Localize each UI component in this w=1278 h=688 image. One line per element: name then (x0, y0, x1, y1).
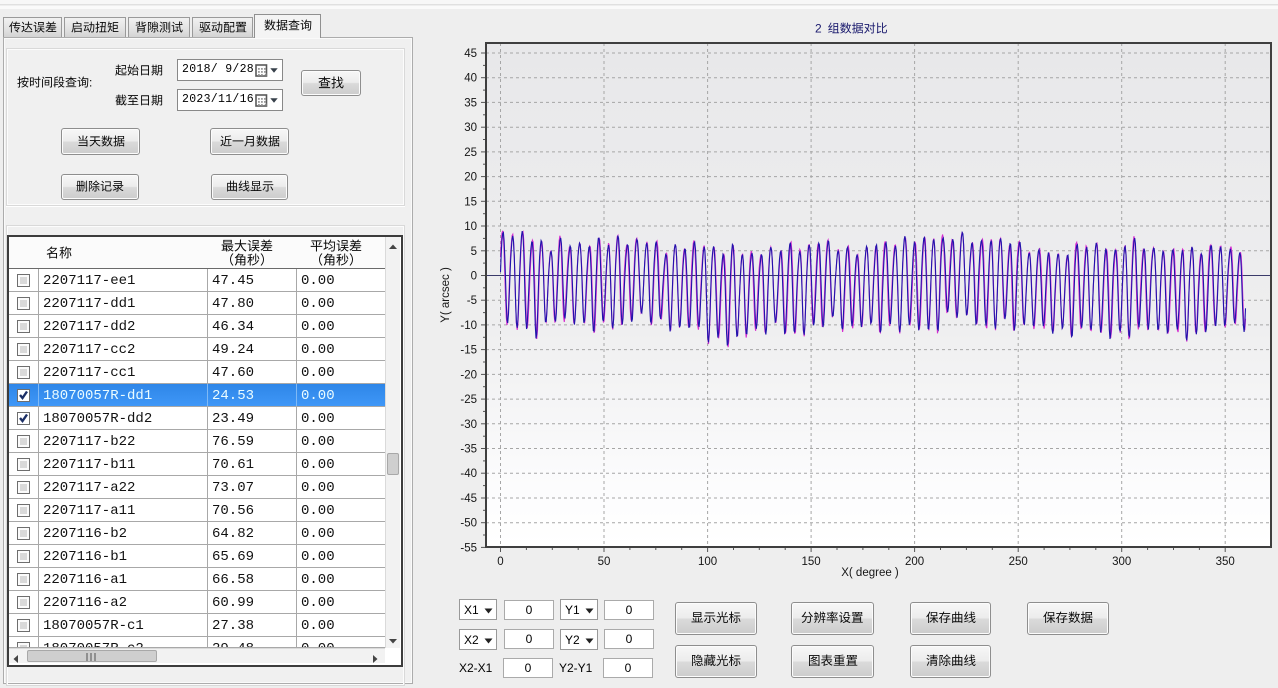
svg-text:45: 45 (464, 48, 477, 60)
svg-text:0: 0 (471, 271, 477, 283)
svg-text:Y( arcsec ): Y( arcsec ) (440, 267, 452, 323)
svg-text:300: 300 (1112, 556, 1131, 568)
svg-text:10: 10 (464, 221, 477, 233)
svg-text:5: 5 (471, 246, 477, 258)
svg-text:25: 25 (464, 147, 477, 159)
svg-text:40: 40 (464, 73, 477, 85)
svg-text:250: 250 (1009, 556, 1028, 568)
svg-text:35: 35 (464, 97, 477, 109)
svg-text:20: 20 (464, 172, 477, 184)
svg-text:50: 50 (598, 556, 611, 568)
svg-text:-55: -55 (460, 542, 477, 554)
svg-text:0: 0 (497, 556, 503, 568)
svg-text:-35: -35 (460, 444, 477, 456)
svg-text:30: 30 (464, 122, 477, 134)
svg-text:15: 15 (464, 196, 477, 208)
svg-text::: : (89, 76, 92, 90)
svg-text:-25: -25 (460, 394, 477, 406)
svg-text:-40: -40 (460, 468, 477, 480)
svg-text:-20: -20 (460, 369, 477, 381)
svg-text:-30: -30 (460, 419, 477, 431)
svg-text:350: 350 (1216, 556, 1235, 568)
svg-text:-45: -45 (460, 493, 477, 505)
svg-text:-15: -15 (460, 345, 477, 357)
svg-text:-50: -50 (460, 518, 477, 530)
svg-text:-5: -5 (467, 295, 477, 307)
svg-text:X( degree ): X( degree ) (841, 567, 899, 579)
svg-text:-10: -10 (460, 320, 477, 332)
svg-text:150: 150 (802, 556, 821, 568)
svg-text:200: 200 (905, 556, 924, 568)
svg-text:100: 100 (698, 556, 717, 568)
